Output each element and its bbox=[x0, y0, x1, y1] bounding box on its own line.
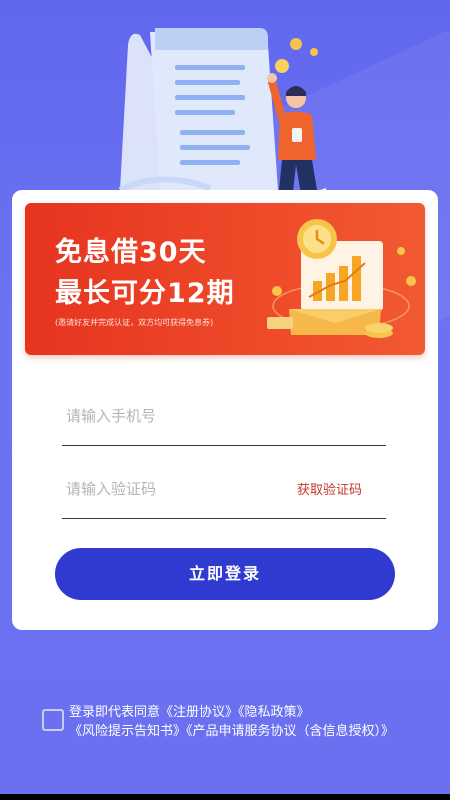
link-privacy-policy[interactable]: 《隐私政策》 bbox=[238, 705, 310, 720]
link-register-agreement[interactable]: 《注册协议》 bbox=[160, 705, 238, 720]
promo-note: (邀请好友并完成认证，双方均可获得免息券) bbox=[55, 318, 214, 327]
verification-code-input[interactable] bbox=[64, 468, 268, 510]
system-nav-bar bbox=[0, 794, 450, 800]
code-field[interactable]: 获取验证码 bbox=[62, 468, 386, 519]
agreement-checkbox[interactable] bbox=[42, 709, 64, 731]
promo-banner[interactable]: 免息借30天 最长可分12期 (邀请好友并完成认证，双方均可获得免息券) bbox=[25, 203, 425, 355]
hero-illustration bbox=[100, 20, 360, 205]
promo-title-line1: 免息借30天 bbox=[55, 237, 207, 268]
link-risk-notice[interactable]: 《风险提示告知书》 bbox=[69, 724, 186, 739]
phone-field[interactable] bbox=[62, 395, 386, 446]
phone-input[interactable] bbox=[64, 395, 268, 437]
login-card: 免息借30天 最长可分12期 (邀请好友并完成认证，双方均可获得免息券) 请输入… bbox=[12, 190, 438, 630]
login-button[interactable]: 立即登录 bbox=[55, 548, 395, 600]
agreement-prefix: 登录即代表同意 bbox=[69, 705, 161, 720]
promo-illustration bbox=[261, 211, 421, 351]
link-service-agreement[interactable]: 《产品申请服务协议（含信息授权）》 bbox=[186, 724, 394, 739]
get-code-button[interactable]: 获取验证码 bbox=[297, 479, 362, 498]
agreement-text: 登录即代表同意《注册协议》《隐私政策》《风险提示告知书》《产品申请服务协议（含信… bbox=[69, 703, 419, 741]
promo-title-line2: 最长可分12期 bbox=[55, 278, 235, 309]
receipt-person-illustration bbox=[118, 28, 328, 200]
